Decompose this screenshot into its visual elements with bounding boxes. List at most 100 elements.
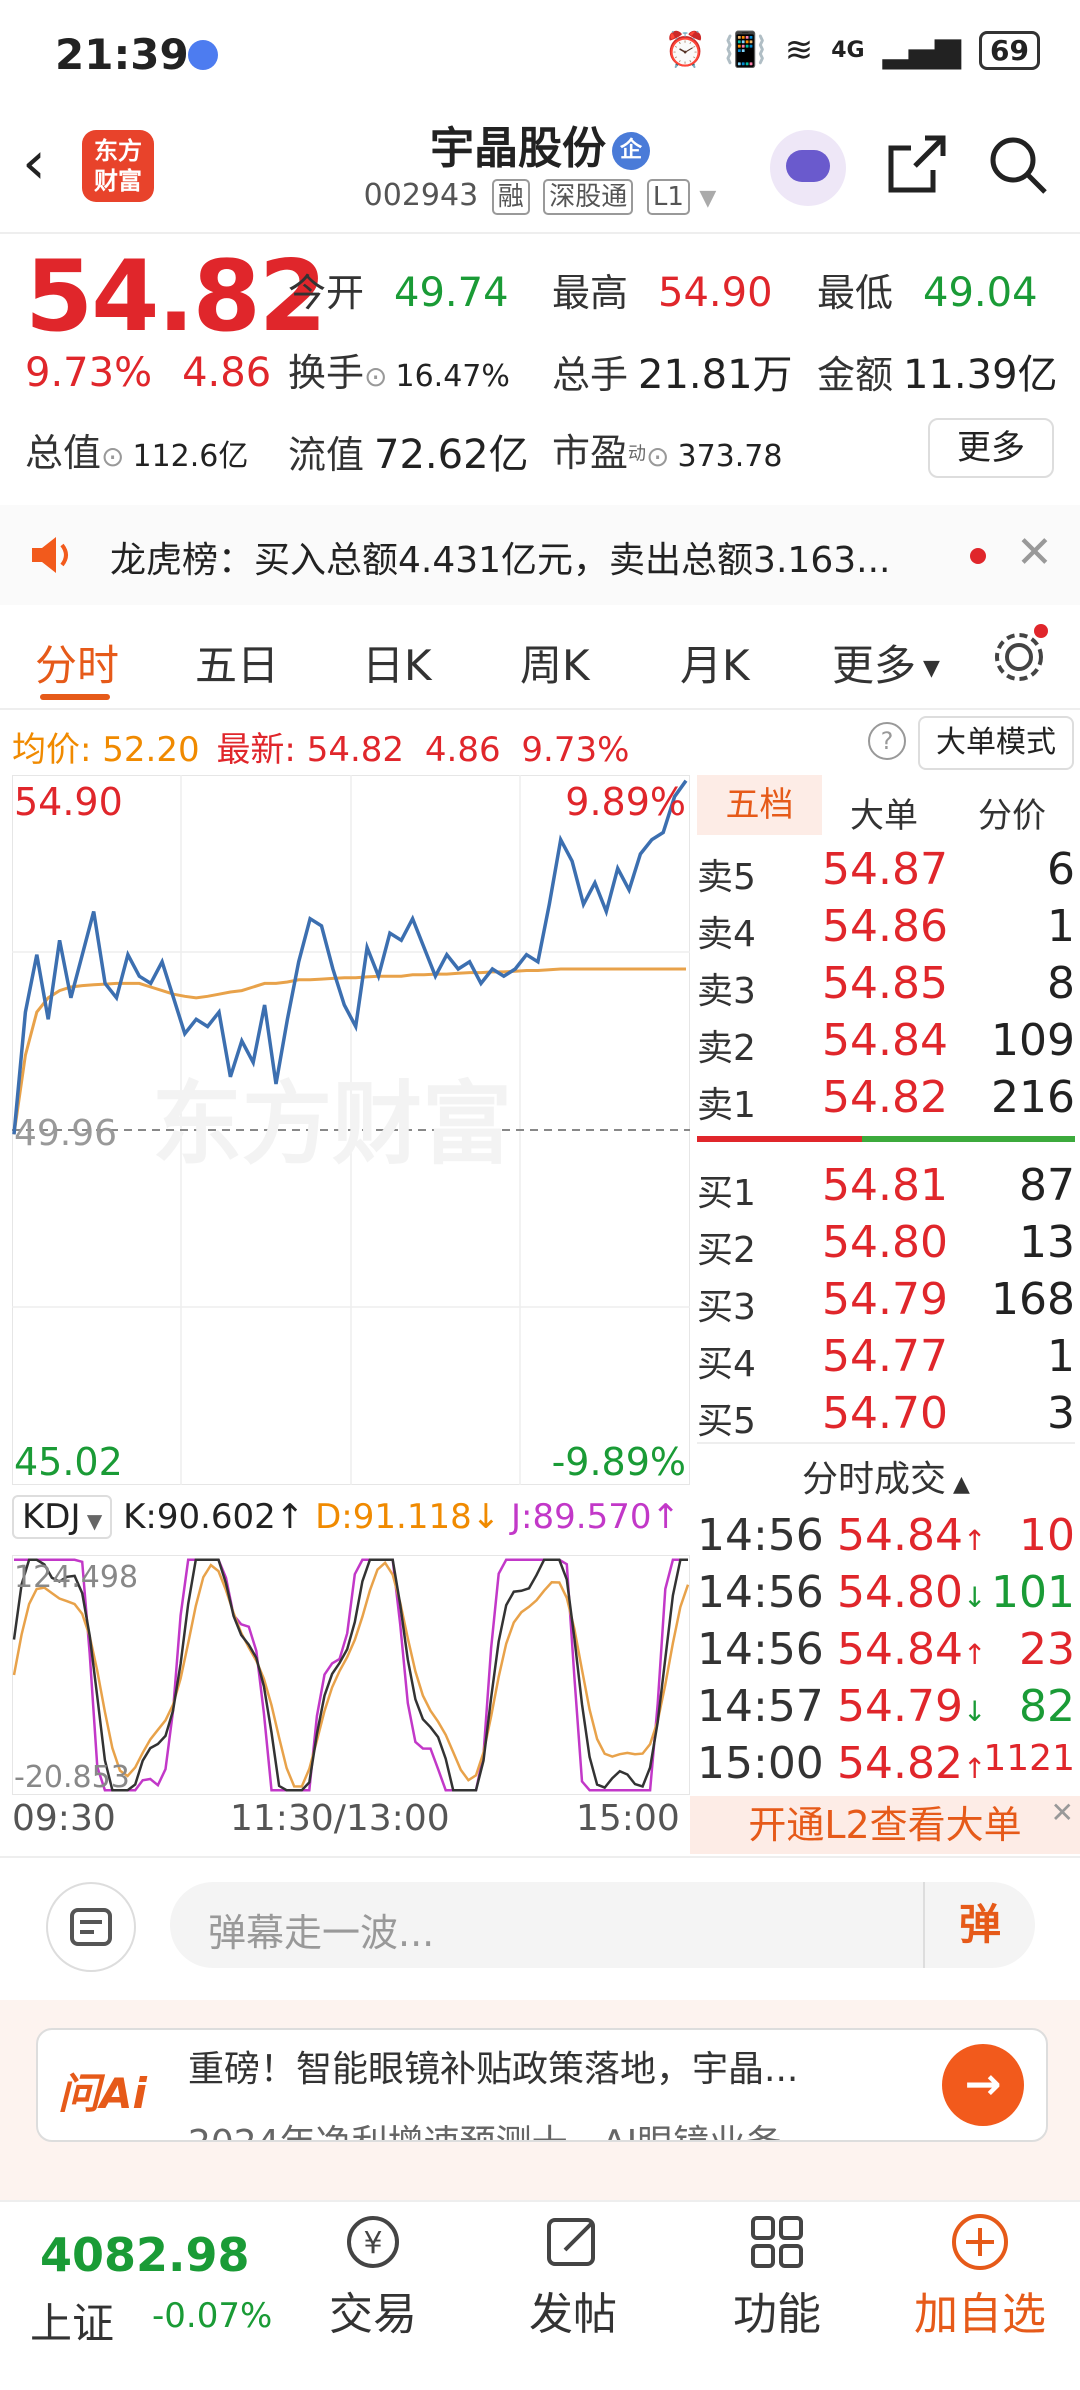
settings-icon[interactable] (990, 624, 1048, 690)
search-icon[interactable] (985, 132, 1049, 200)
current-price: 54.82 (25, 240, 327, 354)
app-status-icon (188, 40, 218, 70)
nav-add-watchlist[interactable]: 加自选 (900, 2210, 1060, 2342)
help-icon[interactable]: ? (868, 722, 906, 760)
danmu-input[interactable]: 弹幕走一波... 弹 (170, 1882, 1035, 1968)
info-icon: ⊙ (646, 440, 670, 473)
tab-big-orders[interactable]: 大单 (850, 788, 918, 837)
trade-row: 14:56 54.84↑ 23 (697, 1624, 1075, 1675)
ask-row-2: 卖2 54.84 109 (697, 1015, 1075, 1069)
speaker-icon (32, 537, 68, 573)
tag-connect: 深股通 (543, 179, 634, 215)
tab-five-day[interactable]: 五日 (195, 632, 279, 693)
trade-row: 15:00 54.82↑ 1121 (697, 1738, 1075, 1789)
info-icon: ⊙ (364, 360, 388, 393)
tab-daily-k[interactable]: 日K (362, 632, 432, 693)
x-tick-close: 15:00 (576, 1798, 680, 1839)
vibrate-icon: 📳 (724, 30, 767, 70)
kdj-header: KDJ ▼ K:90.602↑ D:91.118↓ J:89.570↑ (12, 1495, 684, 1545)
index-name[interactable]: 上证 (30, 2290, 114, 2351)
ai-card[interactable]: 问Ai 重磅！智能眼镜补贴政策落地，宇晶... 2024年净利增速预测十...A… (36, 2028, 1048, 2142)
info-icon: ⊙ (101, 440, 125, 473)
watermark: 东方财富 (152, 1075, 512, 1175)
ask-row-1: 卖1 54.82 216 (697, 1072, 1075, 1126)
trade-row: 14:56 54.84↑ 10 (697, 1510, 1075, 1561)
bid-row-1: 买1 54.81 87 (697, 1160, 1075, 1214)
trade-row: 14:56 54.80↓ 101 (697, 1567, 1075, 1618)
tab-weekly-k[interactable]: 周K (520, 632, 590, 693)
amount-stat: 金额 11.39亿 (817, 352, 1058, 398)
notice-text: 龙虎榜：买入总额4.431亿元，卖出总额3.163... (110, 540, 891, 581)
trade-row: 14:57 54.79↓ 82 (697, 1681, 1075, 1732)
kdj-chart[interactable]: 124.498 -20.853 (12, 1555, 690, 1795)
arrow-right-icon[interactable]: → (942, 2044, 1024, 2126)
x-tick-mid: 11:30/13:00 (230, 1798, 450, 1839)
mktcap-stat[interactable]: 总值⊙ 112.6亿 (25, 422, 248, 477)
open-stat: 今开 49.74 (288, 270, 509, 316)
ask-row-5: 卖5 54.87 6 (697, 844, 1075, 898)
float-stat: 流值 72.62亿 (288, 432, 529, 478)
index-value[interactable]: 4082.98 (40, 2228, 250, 2282)
bid-row-2: 买2 54.80 13 (697, 1217, 1075, 1271)
pct-bottom-label: -9.89% (552, 1440, 686, 1484)
status-time: 21:39 (55, 30, 189, 79)
ai-subline: 2024年净利增速预测十...AI眼镜业务... (188, 2114, 816, 2140)
status-icons: ⏰ 📳 ≋ 4G ▂▄▆ 69 (664, 30, 1040, 70)
nav-post[interactable]: 发帖 (508, 2210, 638, 2342)
ai-headline: 重磅！智能眼镜补贴政策落地，宇晶... (188, 2049, 799, 2090)
nav-trade[interactable]: ¥ 交易 (308, 2210, 438, 2342)
network-label: 4G (831, 37, 865, 63)
ai-logo: 问Ai (58, 2069, 147, 2118)
tab-price-dist[interactable]: 分价 (978, 788, 1046, 837)
enterprise-badge-icon: 企 (612, 132, 650, 170)
add-circle-icon (952, 2214, 1008, 2270)
buy-sell-bar-green (862, 1136, 1075, 1142)
big-order-mode-button[interactable]: 大单模式 (918, 716, 1074, 770)
svg-text:¥: ¥ (363, 2226, 382, 2261)
index-change: -0.07% (152, 2296, 273, 2336)
tab-more[interactable]: 更多 ▼ (832, 632, 940, 693)
comment-list-icon[interactable] (46, 1882, 136, 1972)
danmu-button[interactable]: 弹 (923, 1882, 1035, 1968)
bid-row-4: 买4 54.77 1 (697, 1331, 1075, 1385)
more-button[interactable]: 更多 (928, 418, 1054, 478)
pe-stat[interactable]: 市盈动⊙ 373.78 (552, 422, 782, 477)
tab-monthly-k[interactable]: 月K (680, 632, 750, 693)
bid-row-5: 买5 54.70 3 (697, 1388, 1075, 1442)
kdj-selector[interactable]: KDJ ▼ (12, 1495, 113, 1539)
price-bottom-label: 45.02 (14, 1440, 123, 1484)
tab-intraday[interactable]: 分时 (35, 632, 119, 693)
caret-down-icon[interactable]: ▼ (699, 186, 716, 211)
close-icon[interactable]: ✕ (1016, 527, 1053, 578)
turnover-stat[interactable]: 换手⊙ 16.47% (288, 342, 510, 397)
price-top-label: 54.90 (14, 780, 123, 824)
wifi-icon: ≋ (784, 30, 814, 70)
caret-up-icon: ▲ (946, 1472, 970, 1497)
high-stat: 最高 54.90 (552, 270, 773, 316)
nav-functions[interactable]: 功能 (712, 2210, 842, 2342)
dragon-tiger-notice[interactable]: 龙虎榜：买入总额4.431亿元，卖出总额3.163... ✕ (0, 505, 1080, 605)
ask-row-4: 卖4 54.86 1 (697, 901, 1075, 955)
tab-underline (40, 694, 110, 700)
buy-sell-bar-red (697, 1136, 862, 1142)
tag-level: L1 (646, 179, 690, 215)
kdj-bottom-label: -20.853 (14, 1760, 130, 1795)
ai-assistant-icon[interactable] (770, 130, 846, 206)
close-icon[interactable]: ✕ (1051, 1796, 1074, 1829)
unread-dot (970, 548, 986, 564)
edit-icon (547, 2218, 595, 2266)
low-stat: 最低 49.04 (817, 270, 1038, 316)
trades-title[interactable]: 分时成交 ▲ (697, 1450, 1075, 1502)
x-tick-open: 09:30 (12, 1798, 116, 1839)
volume-stat: 总手 21.81万 (552, 352, 793, 398)
change-line: 9.73% 4.86 (25, 350, 272, 396)
price-chart[interactable]: 东方财富 54.90 49.96 45.02 9.89% -9.89% (12, 775, 690, 1485)
l2-banner[interactable]: 开通L2查看大单 ✕ (690, 1796, 1080, 1854)
caret-down-icon: ▼ (916, 656, 940, 681)
battery-icon: 69 (979, 30, 1040, 70)
grid-icon (751, 2216, 803, 2268)
share-icon[interactable] (885, 132, 949, 200)
tab-five-levels[interactable]: 五档 (697, 775, 822, 835)
pct-top-label: 9.89% (565, 780, 686, 824)
alarm-icon: ⏰ (664, 30, 707, 70)
